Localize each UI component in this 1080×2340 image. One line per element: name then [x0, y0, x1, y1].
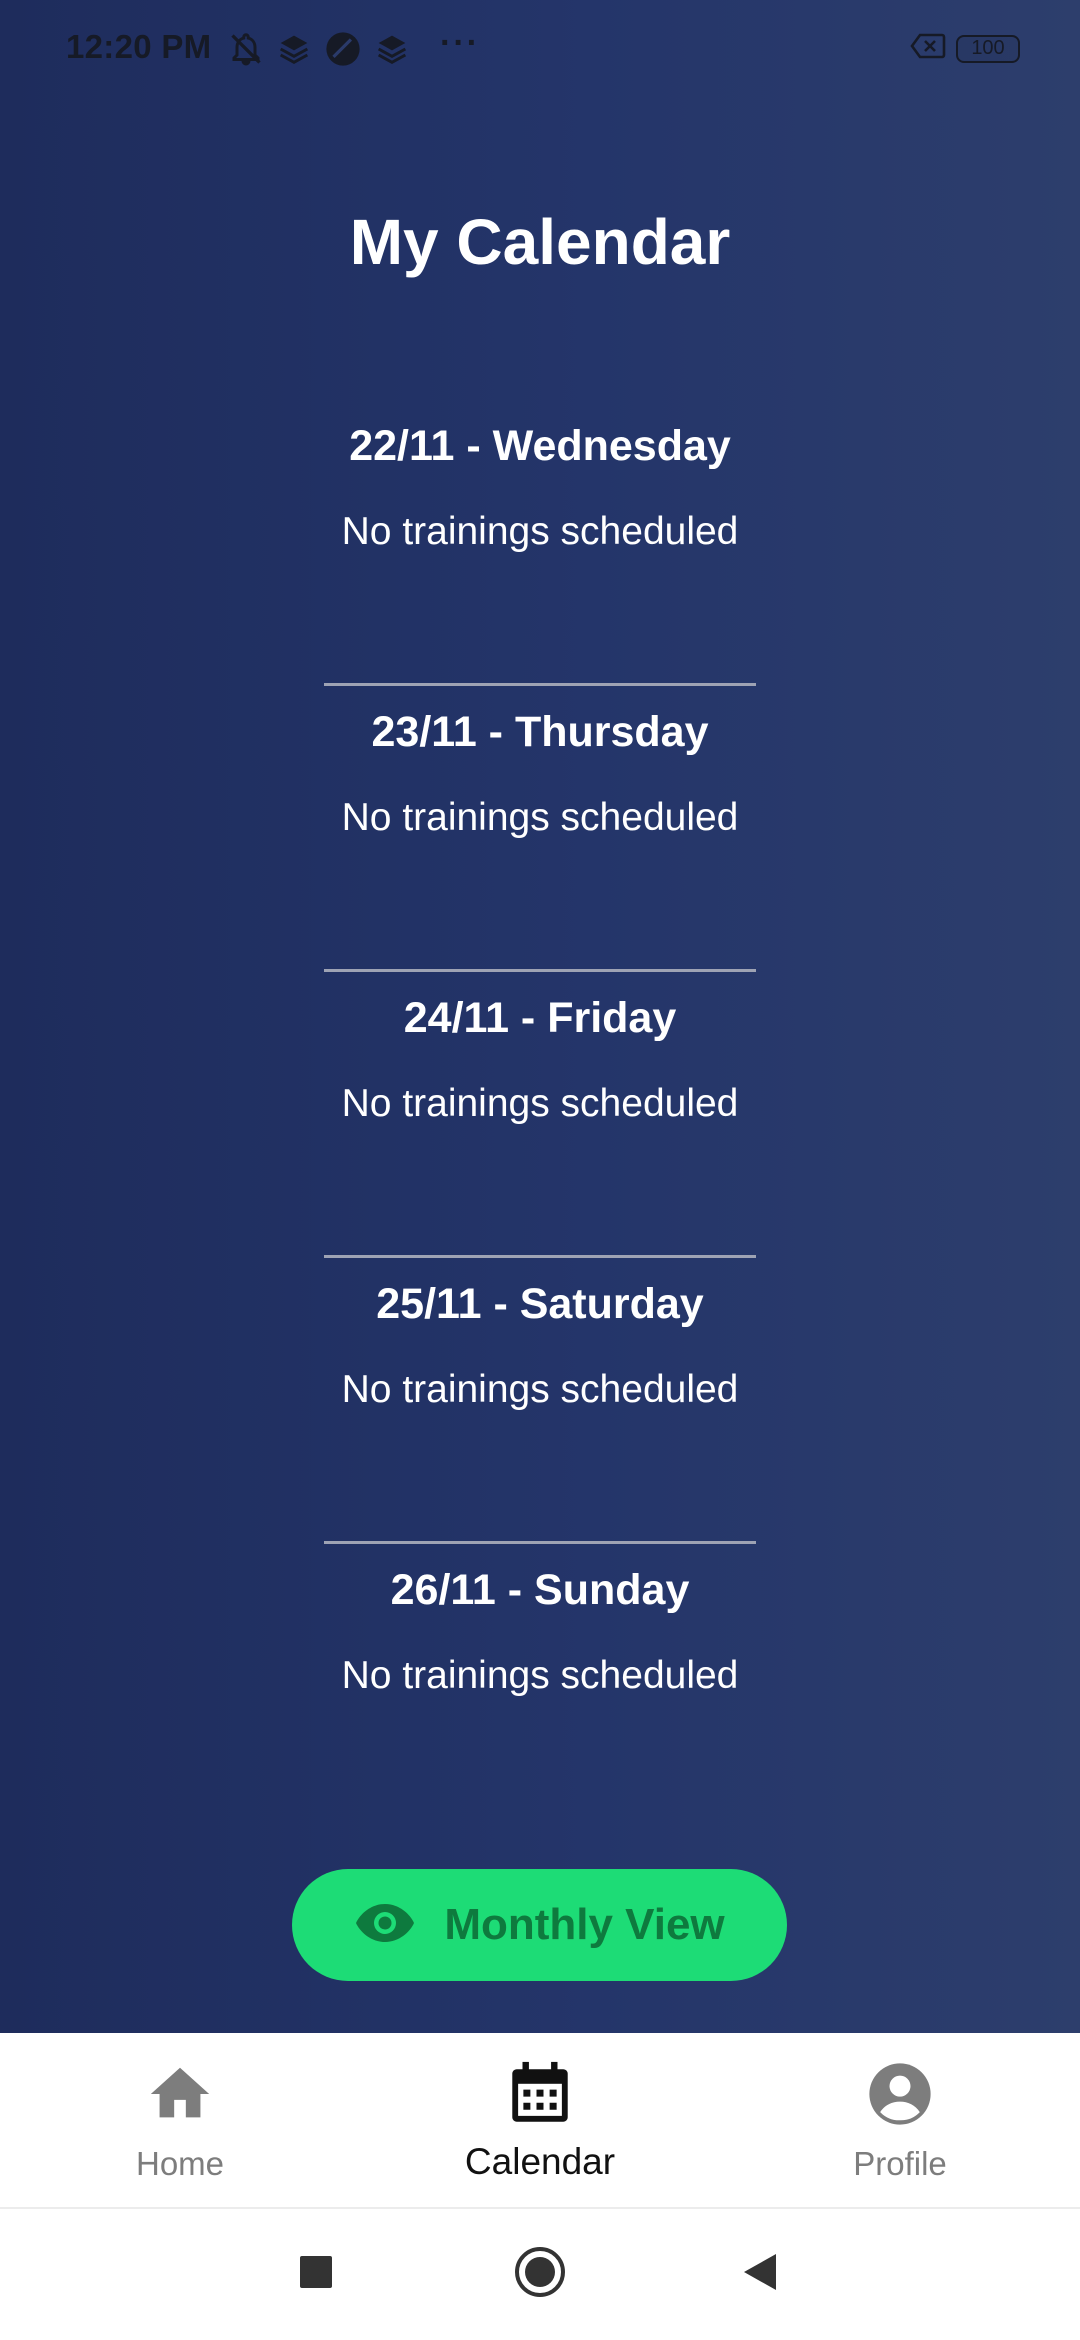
notifications-off-icon — [228, 31, 264, 67]
back-button[interactable] — [700, 2209, 820, 2340]
calendar-icon — [505, 2059, 575, 2129]
layers-icon — [376, 33, 408, 65]
day-list: 22/11 - Wednesday No trainings scheduled… — [324, 400, 756, 1830]
day-item: 26/11 - Sunday No trainings scheduled — [324, 1544, 756, 1830]
day-item: 22/11 - Wednesday No trainings scheduled — [324, 400, 756, 686]
monthly-view-button[interactable]: Monthly View — [292, 1869, 787, 1981]
monthly-view-label: Monthly View — [444, 1900, 725, 1949]
day-note: No trainings scheduled — [341, 1082, 739, 1125]
day-note: No trainings scheduled — [341, 510, 739, 553]
nav-item-profile[interactable]: Profile — [780, 2033, 1020, 2209]
day-title: 26/11 - Sunday — [390, 1566, 690, 1614]
nav-item-home[interactable]: Home — [60, 2033, 300, 2209]
system-home-button[interactable] — [480, 2209, 600, 2340]
day-item: 23/11 - Thursday No trainings scheduled — [324, 686, 756, 972]
nav-label-calendar: Calendar — [464, 2141, 616, 2182]
status-time: 12:20 PM — [66, 28, 212, 65]
status-overflow: ··· — [440, 24, 480, 62]
day-note: No trainings scheduled — [341, 1368, 739, 1411]
home-circle-icon — [514, 2246, 566, 2303]
no-sim-icon — [910, 32, 946, 65]
status-icons-left — [228, 30, 408, 68]
status-bar: 12:20 PM ··· 100 — [0, 0, 1080, 100]
recents-button[interactable] — [256, 2209, 376, 2340]
home-icon — [145, 2059, 215, 2129]
back-triangle-icon — [742, 2252, 778, 2297]
eye-icon — [354, 1901, 416, 1950]
day-title: 22/11 - Wednesday — [349, 422, 731, 470]
day-title: 25/11 - Saturday — [376, 1280, 704, 1328]
circle-app-icon — [324, 30, 362, 68]
nav-label-home: Home — [135, 2145, 225, 2182]
account-circle-icon — [865, 2059, 935, 2129]
day-note: No trainings scheduled — [341, 796, 739, 839]
nav-label-profile: Profile — [853, 2145, 947, 2182]
layers-icon — [278, 33, 310, 65]
status-icons-right: 100 — [910, 32, 1020, 65]
system-nav-bar — [0, 2209, 1080, 2340]
page-title: My Calendar — [349, 206, 731, 278]
day-title: 24/11 - Friday — [403, 994, 677, 1042]
day-note: No trainings scheduled — [341, 1654, 739, 1697]
day-title: 23/11 - Thursday — [371, 708, 709, 756]
battery-icon: 100 — [956, 34, 1020, 63]
day-item: 25/11 - Saturday No trainings scheduled — [324, 1258, 756, 1544]
day-item: 24/11 - Friday No trainings scheduled — [324, 972, 756, 1258]
nav-item-calendar[interactable]: Calendar — [420, 2033, 660, 2209]
recents-square-icon — [299, 2255, 333, 2294]
bottom-nav: Home Calendar Profile — [0, 2033, 1080, 2209]
